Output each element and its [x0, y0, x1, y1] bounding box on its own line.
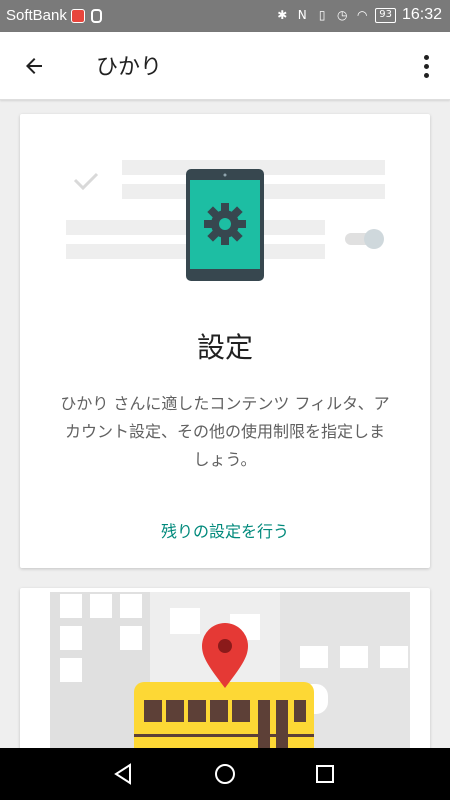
card-title: 設定 [196, 331, 253, 364]
nav-back-icon[interactable] [110, 760, 138, 788]
battery-icon: 93 [375, 7, 396, 23]
gear-icon [204, 203, 246, 245]
carrier-label: SoftBank [6, 7, 67, 24]
arrow-back-icon [26, 58, 42, 74]
wifi-icon: ◠ [356, 8, 368, 22]
bluetooth-icon: ✱ [277, 8, 288, 22]
nav-home-icon[interactable] [211, 760, 239, 788]
more-dot-icon [423, 72, 429, 78]
back-button[interactable] [16, 49, 52, 83]
more-options-button[interactable] [416, 50, 436, 82]
toggle-knob [364, 229, 384, 249]
school-bus-illustration [50, 592, 410, 768]
nav-recents-icon[interactable] [311, 760, 339, 788]
location-card [20, 588, 430, 768]
status-bar: SoftBank ✱ N ▯ ◷ ◠ 93 16:32 [0, 0, 450, 32]
nfc-icon: N [297, 8, 307, 22]
vibrate-icon: ▯ [318, 8, 326, 22]
settings-illustration [66, 160, 385, 281]
clock: 16:32 [401, 6, 442, 23]
card-description: ひかり さんに適したコンテンツ フィルタ、アカウント設定、その他の使用制限を指定… [60, 394, 390, 469]
more-dot-icon [423, 54, 429, 60]
checkmark-icon [73, 172, 99, 191]
finish-setup-link[interactable]: 残りの設定を行う [20, 518, 430, 542]
settings-card: 設定 ひかり さんに適したコンテンツ フィルタ、アカウント設定、その他の使用制限… [20, 114, 430, 568]
app-notification-icon [70, 8, 85, 23]
more-dot-icon [423, 63, 429, 69]
app-bar: ひかり [0, 32, 450, 100]
alarm-icon: ◷ [336, 8, 348, 22]
watch-icon [90, 8, 102, 23]
page-title: ひかり [96, 55, 163, 80]
system-nav-bar [0, 748, 450, 800]
